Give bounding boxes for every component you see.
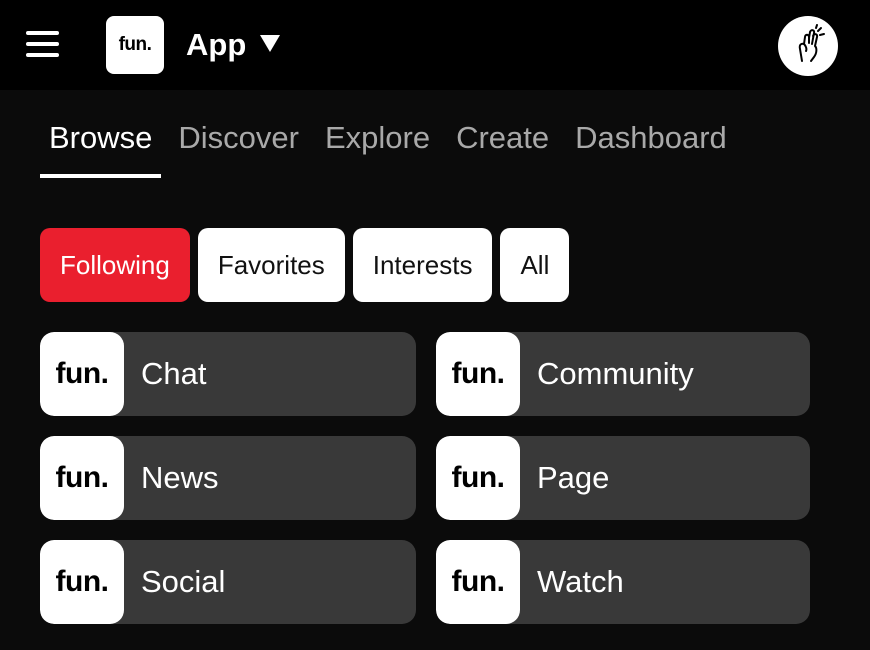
card-label: Page bbox=[537, 460, 610, 495]
card-label: Watch bbox=[537, 564, 624, 599]
card-logo: fun. bbox=[40, 540, 124, 624]
app-card-community[interactable]: fun. Community bbox=[436, 332, 810, 416]
filter-interests[interactable]: Interests bbox=[352, 228, 493, 302]
app-switcher[interactable]: App bbox=[186, 24, 281, 66]
hamburger-menu-icon[interactable] bbox=[26, 30, 60, 60]
card-logo: fun. bbox=[40, 332, 124, 416]
hand-gesture-icon bbox=[798, 24, 825, 62]
tab-explore[interactable]: Explore bbox=[316, 110, 439, 178]
filter-favorites[interactable]: Favorites bbox=[197, 228, 345, 302]
filter-chips: Following Favorites Interests All bbox=[40, 228, 577, 302]
filter-following[interactable]: Following bbox=[40, 228, 190, 302]
app-card-page[interactable]: fun. Page bbox=[436, 436, 810, 520]
tab-create[interactable]: Create bbox=[447, 110, 558, 178]
section-tabs: Browse Discover Explore Create Dashboard bbox=[40, 110, 744, 178]
card-label: News bbox=[141, 460, 219, 495]
card-label: Community bbox=[537, 356, 694, 391]
app-grid: fun. Chat fun. Community fun. News fun. … bbox=[40, 332, 810, 624]
app-logo[interactable]: fun. bbox=[106, 16, 164, 74]
card-logo: fun. bbox=[436, 436, 520, 520]
avatar[interactable] bbox=[778, 16, 838, 76]
card-logo: fun. bbox=[436, 332, 520, 416]
app-card-social[interactable]: fun. Social bbox=[40, 540, 416, 624]
tab-discover[interactable]: Discover bbox=[169, 110, 308, 178]
caret-down-icon bbox=[260, 34, 281, 52]
app-card-chat[interactable]: fun. Chat bbox=[40, 332, 416, 416]
card-logo: fun. bbox=[40, 436, 124, 520]
tab-browse[interactable]: Browse bbox=[40, 110, 162, 178]
top-bar: fun. App bbox=[0, 0, 870, 90]
card-logo: fun. bbox=[436, 540, 520, 624]
app-card-watch[interactable]: fun. Watch bbox=[436, 540, 810, 624]
card-label: Chat bbox=[141, 356, 207, 391]
app-title: App bbox=[186, 27, 247, 62]
filter-all[interactable]: All bbox=[500, 228, 570, 302]
app-card-news[interactable]: fun. News bbox=[40, 436, 416, 520]
tab-dashboard[interactable]: Dashboard bbox=[566, 110, 736, 178]
card-label: Social bbox=[141, 564, 226, 599]
